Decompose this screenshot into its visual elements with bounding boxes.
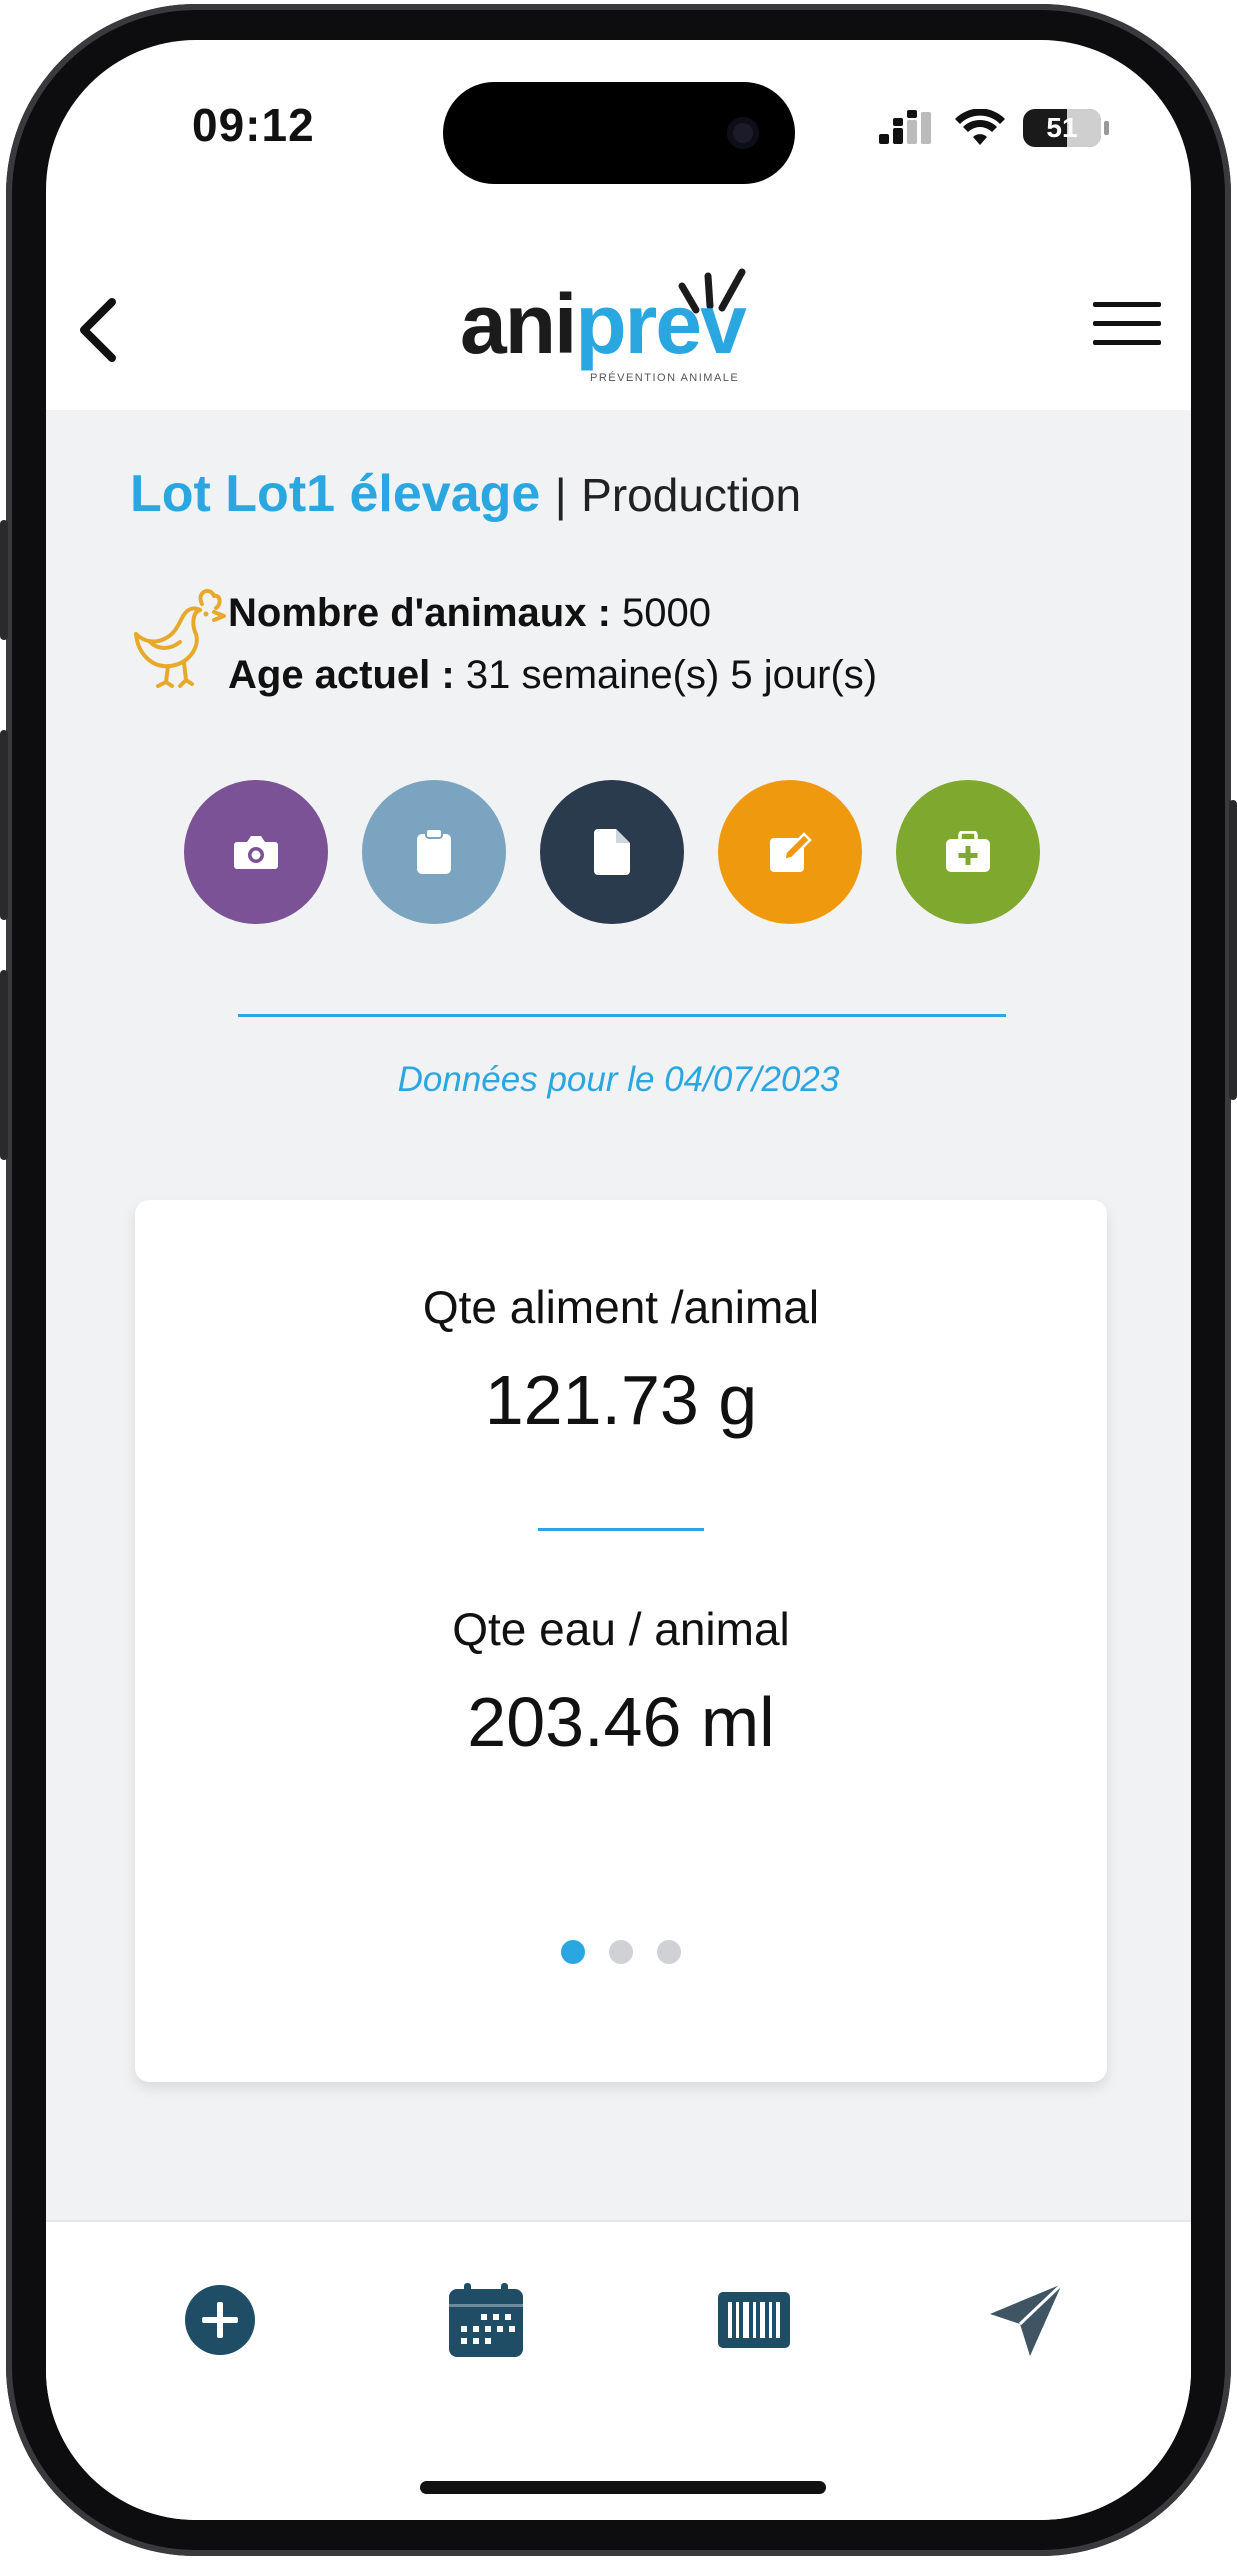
- phone-screen: 09:12 51 aniprev PRÉVENTION ANIMALE Lot …: [46, 40, 1191, 2520]
- front-camera-icon: [727, 117, 759, 149]
- page-dot-1[interactable]: [561, 1940, 585, 1964]
- app-logo: aniprev PRÉVENTION ANIMALE: [460, 264, 750, 394]
- metrics-card[interactable]: Qte aliment /animal 121.73 g Qte eau / a…: [135, 1200, 1107, 2082]
- page-title: Lot Lot1 élevage | Production: [130, 464, 801, 524]
- bottom-navigation: [46, 2220, 1191, 2520]
- water-per-animal-label: Qte eau / animal: [452, 1603, 790, 1655]
- current-age-row: Age actuel : 31 semaine(s) 5 jour(s): [228, 644, 877, 706]
- action-buttons: [184, 780, 1040, 924]
- volume-up-button: [0, 730, 8, 920]
- calendar-tab[interactable]: [446, 2280, 526, 2360]
- animal-count-row: Nombre d'animaux : 5000: [228, 582, 877, 644]
- water-per-animal-value: 203.46 ml: [467, 1683, 775, 1761]
- section-divider: [238, 1014, 1006, 1017]
- clipboard-button[interactable]: [362, 780, 506, 924]
- medical-kit-icon: [946, 831, 990, 872]
- dynamic-island: [443, 82, 795, 184]
- barcode-icon: [718, 2292, 790, 2348]
- add-circle-icon: [185, 2285, 255, 2355]
- app-header: aniprev PRÉVENTION ANIMALE: [46, 230, 1191, 410]
- chicken-icon: [134, 588, 226, 688]
- document-icon: [594, 829, 630, 875]
- volume-down-button: [0, 970, 8, 1160]
- logo-wordmark: aniprev: [460, 277, 747, 371]
- status-icons: 51: [879, 106, 1109, 150]
- status-time: 09:12: [192, 99, 315, 151]
- feed-per-animal-label: Qte aliment /animal: [422, 1281, 820, 1333]
- home-indicator[interactable]: [420, 2481, 826, 2494]
- title-separator: |: [554, 469, 567, 521]
- hamburger-menu-icon: [1093, 302, 1161, 345]
- calendar-icon: [449, 2283, 523, 2357]
- send-icon: [990, 2282, 1064, 2356]
- feed-per-animal-value: 121.73 g: [484, 1361, 758, 1439]
- signal-icon: [879, 110, 931, 144]
- page-dot-2[interactable]: [609, 1940, 633, 1964]
- camera-button[interactable]: [184, 780, 328, 924]
- logo-tagline: PRÉVENTION ANIMALE: [590, 372, 740, 384]
- battery-level: 51: [1046, 112, 1078, 143]
- edit-note-button[interactable]: [718, 780, 862, 924]
- action-button-side: [0, 520, 8, 640]
- add-tab[interactable]: [180, 2280, 260, 2360]
- barcode-tab[interactable]: [714, 2280, 794, 2360]
- menu-button[interactable]: [1093, 300, 1161, 348]
- clipboard-icon: [417, 829, 451, 874]
- data-date-label: Données pour le 04/07/2023: [397, 1060, 840, 1099]
- battery-icon: 51: [1023, 109, 1109, 147]
- send-tab[interactable]: [986, 2280, 1066, 2360]
- animal-count-label: Nombre d'animaux :: [228, 591, 611, 635]
- page-dot-3[interactable]: [657, 1940, 681, 1964]
- pagination-dots: [135, 1940, 1107, 1964]
- animal-count-value: 5000: [622, 591, 712, 635]
- lot-name: Lot Lot1 élevage: [130, 465, 541, 523]
- edit-note-icon: [770, 832, 812, 872]
- medical-kit-button[interactable]: [896, 780, 1040, 924]
- card-divider: [538, 1528, 704, 1531]
- chevron-left-icon: [80, 298, 116, 362]
- document-button[interactable]: [540, 780, 684, 924]
- current-age-value: 31 semaine(s) 5 jour(s): [465, 653, 878, 697]
- main-content: Lot Lot1 élevage | Production Nombre d'a…: [46, 410, 1191, 2220]
- wifi-icon: [955, 109, 1005, 145]
- power-button: [1229, 800, 1237, 1100]
- back-button[interactable]: [68, 290, 128, 370]
- camera-icon: [234, 836, 278, 869]
- current-age-label: Age actuel :: [228, 653, 455, 697]
- info-lines: Nombre d'animaux : 5000 Age actuel : 31 …: [228, 582, 877, 706]
- lot-category: Production: [581, 469, 802, 521]
